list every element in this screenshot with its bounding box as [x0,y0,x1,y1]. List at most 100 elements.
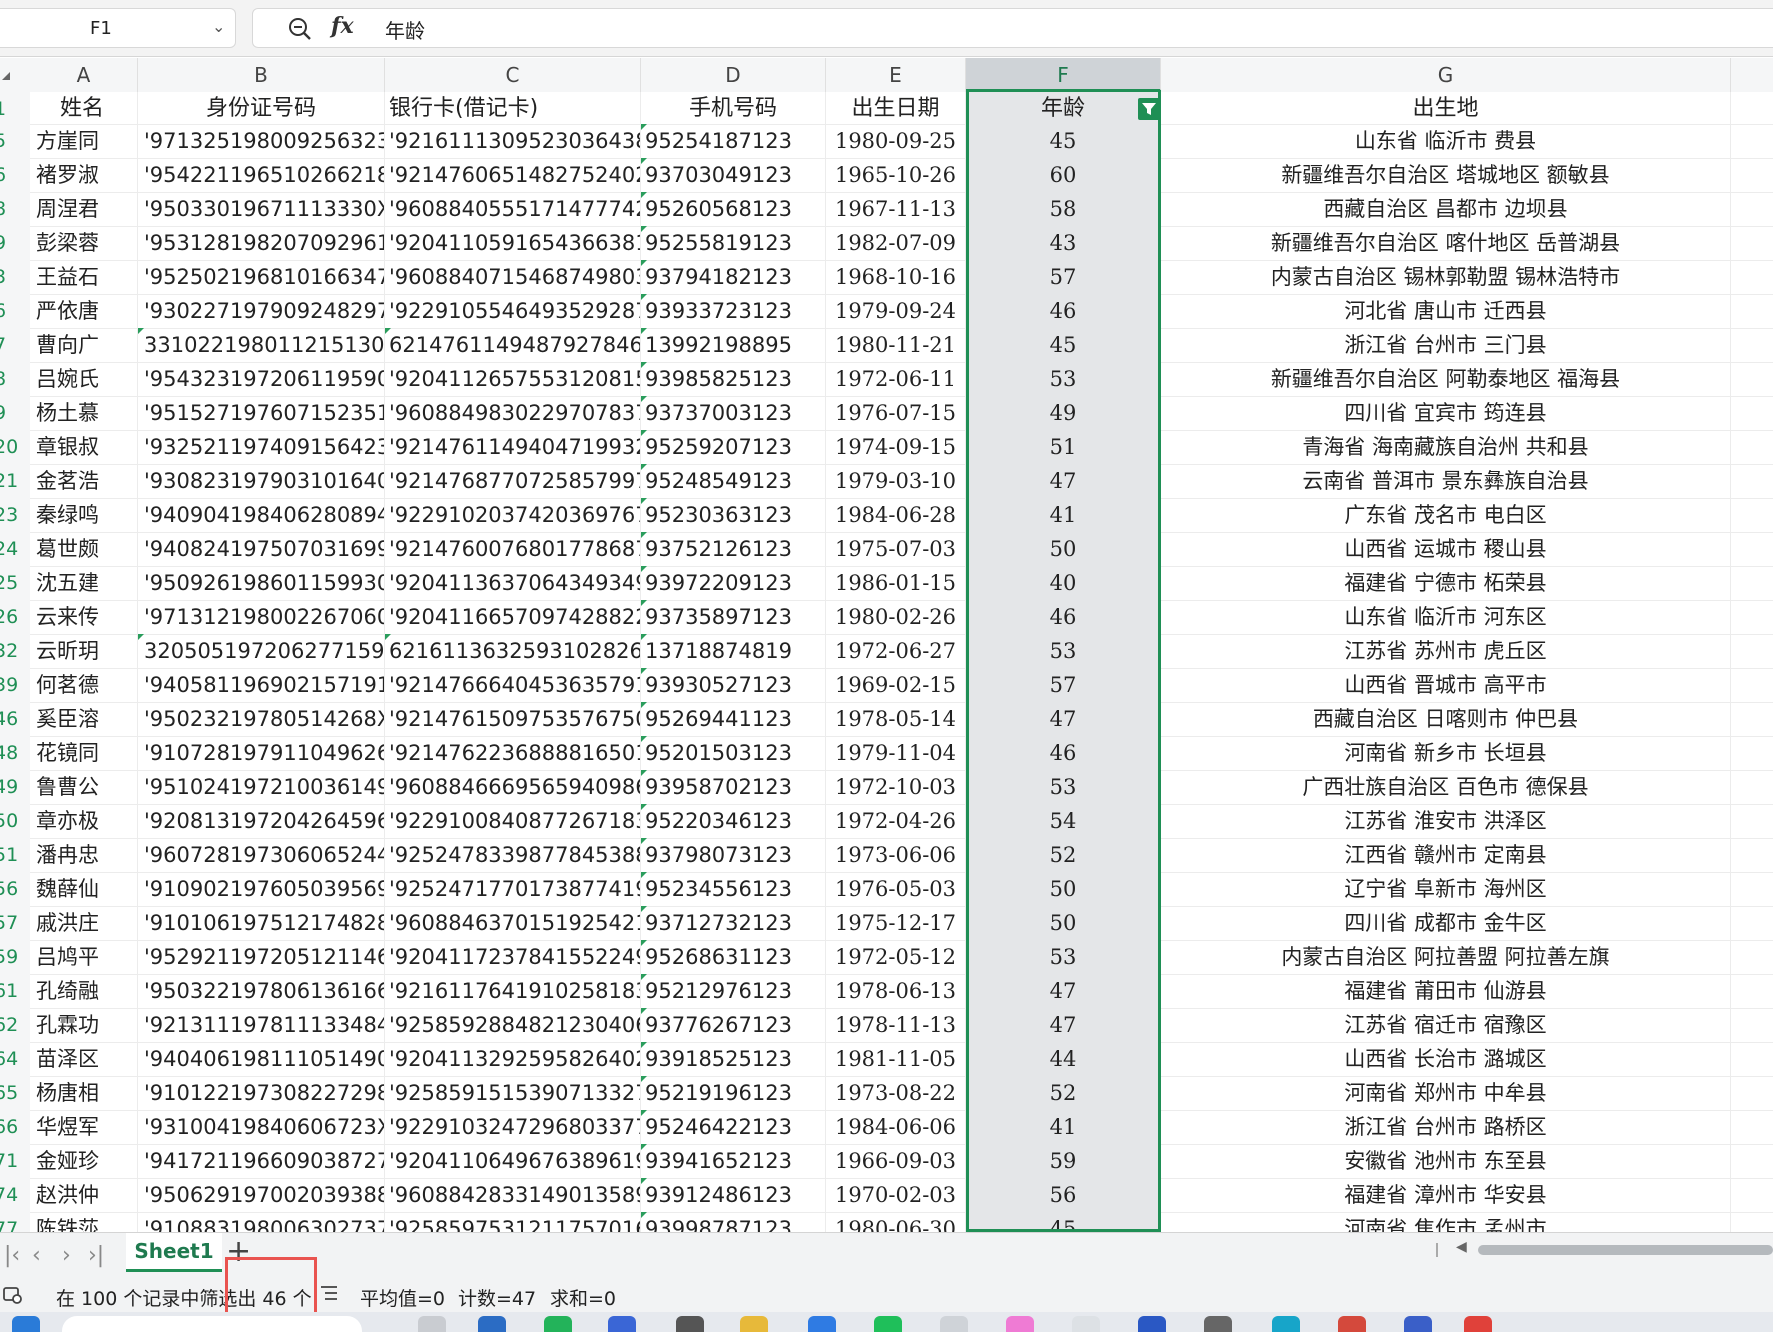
cell-bank-card[interactable]: '9229102037420369767 [385,498,641,532]
cell-age[interactable]: 50 [966,532,1161,566]
cell-age[interactable]: 46 [966,294,1161,328]
horizontal-scrollbar[interactable] [1478,1245,1773,1255]
app-icon[interactable] [1072,1316,1100,1332]
cell-bank-card[interactable]: '9608846669565940986 [385,770,641,804]
cell-id-number[interactable]: '950926198601159930 [138,566,385,600]
cell-phone[interactable]: 93794182123 [641,260,826,294]
app-icon[interactable] [740,1316,768,1332]
column-header-c[interactable]: C [385,58,641,92]
cell-birth-date[interactable]: 1978-05-14 [826,702,966,736]
cell-phone[interactable]: 93912486123 [641,1178,826,1212]
cell-bank-card[interactable]: '9252471770173877419 [385,872,641,906]
cell-name[interactable]: 孔绮融 [30,974,138,1008]
cell-age[interactable]: 59 [966,1144,1161,1178]
row-header[interactable]: 50 [0,804,27,838]
cell-age[interactable]: 53 [966,940,1161,974]
column-header-b[interactable]: B [138,58,385,92]
cell-age[interactable]: 47 [966,1008,1161,1042]
cell-birthplace[interactable]: 山东省 临沂市 河东区 [1161,600,1731,634]
cell-id-number[interactable]: '910883198006302737 [138,1212,385,1232]
cell-id-number[interactable]: '93100419840606723X [138,1110,385,1144]
cell-phone[interactable]: 93712732123 [641,906,826,940]
header-cell-birth-date[interactable]: 出生日期 [826,92,966,124]
cell-age[interactable]: 60 [966,158,1161,192]
cell-birthplace[interactable]: 山西省 长治市 潞城区 [1161,1042,1731,1076]
row-header[interactable]: 46 [0,702,27,736]
row-header[interactable]: 8 [0,362,27,396]
header-cell-bank-card[interactable]: 银行卡(借记卡) [385,92,641,124]
cell-bank-card[interactable]: '9258592884821230406 [385,1008,641,1042]
cell-phone[interactable]: 95259207123 [641,430,826,464]
cell-bank-card[interactable]: '9608849830229707837 [385,396,641,430]
zoom-out-icon[interactable] [287,16,313,46]
cell-name[interactable]: 陈铁莎 [30,1212,138,1232]
cell-age[interactable]: 57 [966,260,1161,294]
row-header[interactable]: 71 [0,1144,27,1178]
cell-phone[interactable]: 93998787123 [641,1212,826,1232]
cell-birthplace[interactable]: 内蒙古自治区 锡林郭勒盟 锡林浩特市 [1161,260,1731,294]
cell-birthplace[interactable]: 广西壮族自治区 百色市 德保县 [1161,770,1731,804]
row-header[interactable]: 59 [0,940,27,974]
row-header[interactable]: 32 [0,634,27,668]
cell-id-number[interactable]: '953128198207092961 [138,226,385,260]
cell-phone[interactable]: 13718874819 [641,634,826,668]
cell-phone[interactable]: 95269441123 [641,702,826,736]
cell-birth-date[interactable]: 1979-03-10 [826,464,966,498]
cell-phone[interactable]: 95230363123 [641,498,826,532]
cell-name[interactable]: 戚洪庄 [30,906,138,940]
cell-id-number[interactable]: '954221196510266218 [138,158,385,192]
cell-phone[interactable]: 95234556123 [641,872,826,906]
cell-id-number[interactable]: '954323197206119590 [138,362,385,396]
cell-id-number[interactable]: '951527197607152351 [138,396,385,430]
cell-name[interactable]: 云来传 [30,600,138,634]
cell-birth-date[interactable]: 1974-09-15 [826,430,966,464]
column-header-f[interactable]: F [966,58,1161,92]
cell-id-number[interactable]: '950322197806136166 [138,974,385,1008]
cell-phone[interactable]: 95220346123 [641,804,826,838]
cell-name[interactable]: 金娅珍 [30,1144,138,1178]
cell-bank-card[interactable]: '9214760651482752402 [385,158,641,192]
chevron-down-icon[interactable]: ⌄ [212,17,225,36]
cell-age[interactable]: 52 [966,838,1161,872]
cell-birthplace[interactable]: 新疆维吾尔自治区 塔城地区 额敏县 [1161,158,1731,192]
cell-birthplace[interactable]: 西藏自治区 昌都市 边坝县 [1161,192,1731,226]
cell-id-number[interactable]: '930227197909248297 [138,294,385,328]
first-sheet-icon[interactable]: |‹ [4,1243,20,1268]
cell-birthplace[interactable]: 安徽省 池州市 东至县 [1161,1144,1731,1178]
cell-phone[interactable]: 95255819123 [641,226,826,260]
cell-birth-date[interactable]: 1978-11-13 [826,1008,966,1042]
cell-name[interactable]: 华煜军 [30,1110,138,1144]
cell-name[interactable]: 章银叔 [30,430,138,464]
cell-bank-card[interactable]: '9214761149404719932 [385,430,641,464]
cell-birth-date[interactable]: 1972-10-03 [826,770,966,804]
cell-age[interactable]: 56 [966,1178,1161,1212]
header-cell-age[interactable]: 年龄 [966,92,1161,124]
cell-name[interactable]: 奚臣溶 [30,702,138,736]
app-icon[interactable] [1272,1316,1300,1332]
next-sheet-icon[interactable]: › [62,1243,71,1268]
cell-birthplace[interactable]: 河北省 唐山市 迁西县 [1161,294,1731,328]
cell-name[interactable]: 杨唐相 [30,1076,138,1110]
cell-name[interactable]: 秦绿鸣 [30,498,138,532]
cell-bank-card[interactable]: '9216117641910258183 [385,974,641,1008]
cell-phone[interactable]: 95260568123 [641,192,826,226]
cell-phone[interactable]: 95219196123 [641,1076,826,1110]
cell-name[interactable]: 杨土慕 [30,396,138,430]
cell-id-number[interactable]: '910902197605039569 [138,872,385,906]
cell-birth-date[interactable]: 1980-02-26 [826,600,966,634]
formula-content[interactable]: 年龄 [385,15,425,44]
cell-id-number[interactable]: '95023219780514268X [138,702,385,736]
cell-birthplace[interactable]: 江苏省 宿迁市 宿豫区 [1161,1008,1731,1042]
cell-birth-date[interactable]: 1976-05-03 [826,872,966,906]
row-header[interactable]: 39 [0,668,27,702]
cell-age[interactable]: 54 [966,804,1161,838]
cell-age[interactable]: 41 [966,498,1161,532]
cell-birth-date[interactable]: 1972-06-11 [826,362,966,396]
cell-birth-date[interactable]: 1979-11-04 [826,736,966,770]
cell-name[interactable]: 吕鸠平 [30,940,138,974]
cell-phone[interactable]: 93798073123 [641,838,826,872]
cell-id-number[interactable]: '951024197210036149 [138,770,385,804]
cell-birthplace[interactable]: 福建省 宁德市 柘荣县 [1161,566,1731,600]
filter-icon[interactable] [1138,98,1160,120]
cell-id-number[interactable]: '920813197204264596 [138,804,385,838]
